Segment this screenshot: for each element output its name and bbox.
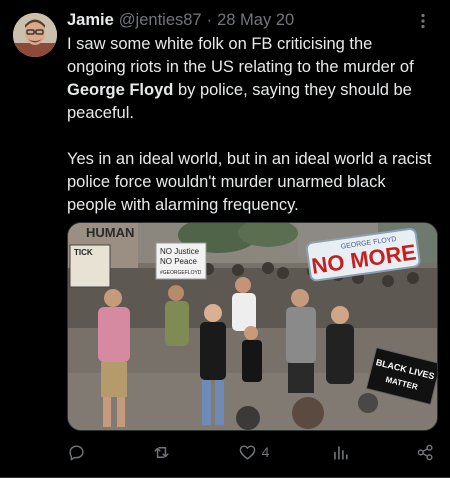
tweet-text: I saw some white folk on FB criticising … xyxy=(67,33,435,217)
author-handle[interactable]: @jenties87 xyxy=(119,11,202,30)
sign-left: TICK xyxy=(74,248,93,257)
reply-icon xyxy=(69,444,84,460)
tweet-date[interactable]: 28 May 20 xyxy=(217,11,294,30)
avatar-image xyxy=(13,13,57,57)
share-icon xyxy=(417,444,433,460)
tweet-paragraph-1: I saw some white folk on FB criticising … xyxy=(67,33,435,125)
like-icon xyxy=(239,444,255,460)
like-count: 4 xyxy=(261,444,270,460)
retweet-icon xyxy=(154,446,169,458)
tweet[interactable]: Jamie @jenties87 · 28 May 20 I saw some … xyxy=(0,0,450,478)
separator: · xyxy=(206,10,213,29)
views-button[interactable] xyxy=(331,443,355,462)
tweet-header: Jamie @jenties87 · 28 May 20 xyxy=(67,9,294,31)
author-name[interactable]: Jamie xyxy=(67,11,114,30)
tweet-photo[interactable]: GEORGE FLOYD NO MORE NO Justice NO Peace… xyxy=(67,222,438,431)
more-icon[interactable] xyxy=(415,13,431,29)
sign-no-justice-1: NO Justice xyxy=(160,247,200,256)
action-bar: 4 xyxy=(67,441,435,463)
reply-button[interactable] xyxy=(67,443,91,462)
views-icon xyxy=(333,445,348,460)
protest-photo: GEORGE FLOYD NO MORE NO Justice NO Peace… xyxy=(68,223,437,430)
bold-name: George Floyd xyxy=(67,81,174,99)
retweet-button[interactable] xyxy=(152,443,176,462)
avatar[interactable] xyxy=(13,13,57,57)
sign-no-justice-2: NO Peace xyxy=(160,257,197,266)
like-button[interactable]: 4 xyxy=(238,443,270,462)
sign-top-left: HUMAN xyxy=(86,225,134,240)
tweet-paragraph-2: Yes in an ideal world, but in an ideal w… xyxy=(67,150,432,214)
sign-no-justice-3: #GEORGEFLOYD xyxy=(160,270,202,276)
text-segment: I saw some white folk on FB criticising … xyxy=(67,35,414,76)
share-button[interactable] xyxy=(416,443,435,462)
